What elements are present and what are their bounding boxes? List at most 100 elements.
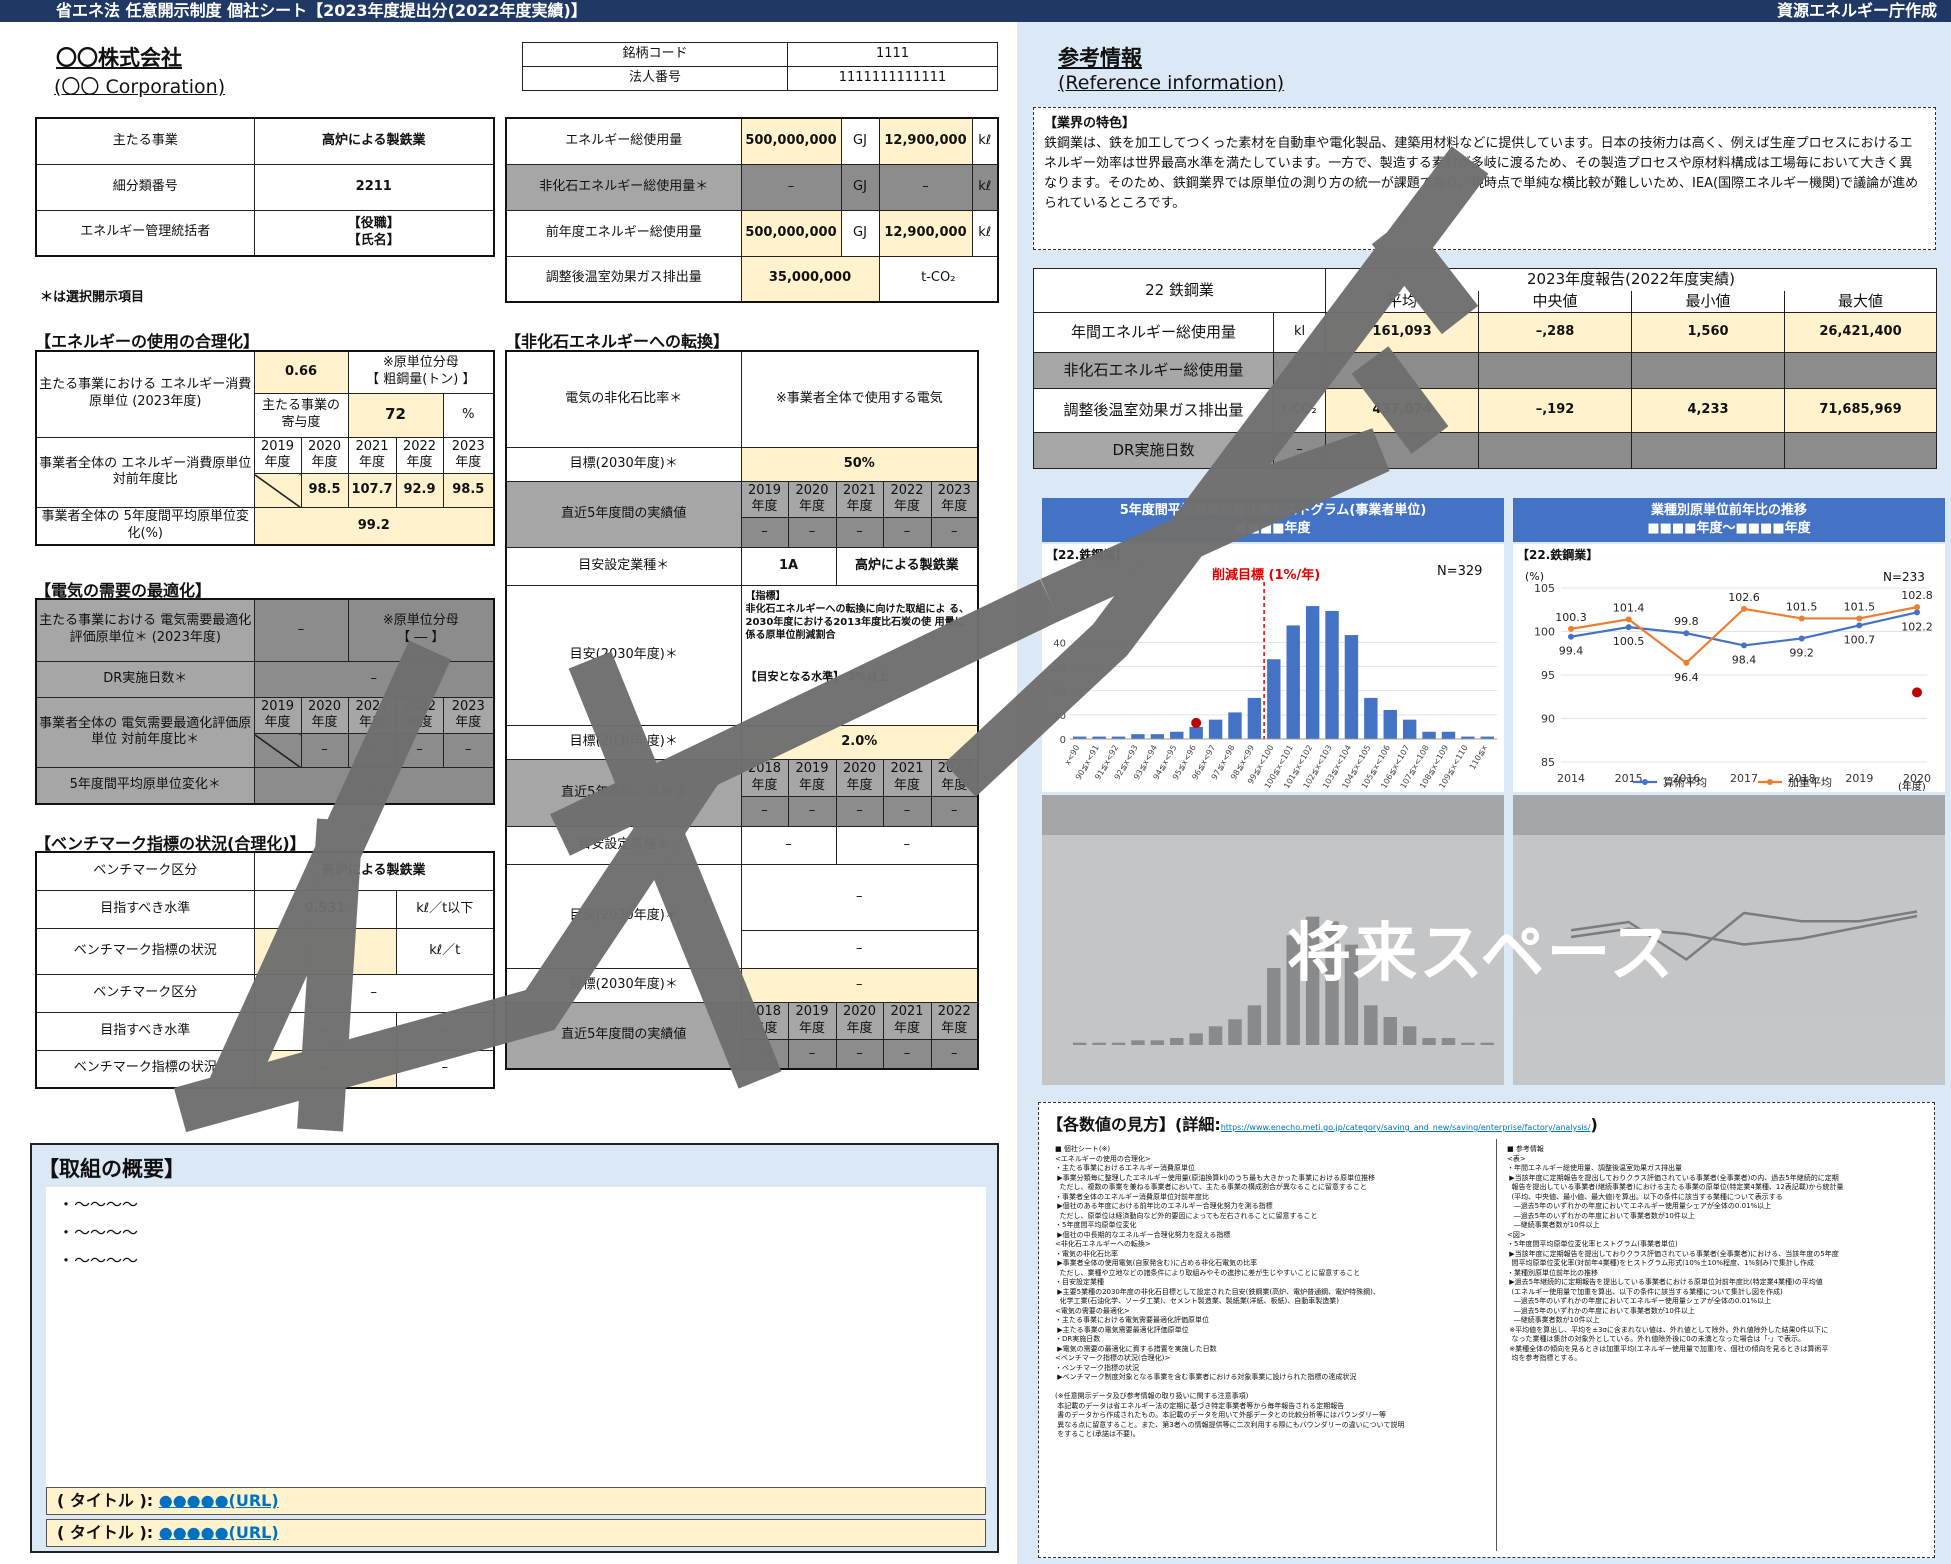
- howto-left-column: ■ 個社シート(※) <エネルギーの使用の合理化> ・主たる事業におけるエネルギ…: [1055, 1145, 1405, 1438]
- stats-value: [1325, 352, 1480, 389]
- issuer-label: 資源エネルギー庁作成: [1776, 1, 1937, 20]
- nf-recent-value: –: [882, 517, 932, 549]
- stats-row-label: 非化石エネルギー総使用量: [1033, 352, 1274, 389]
- data-label: 101.5: [1786, 600, 1818, 613]
- legend-marker: [1767, 779, 1773, 785]
- total-energy-label: エネルギー総使用量: [505, 117, 742, 165]
- ghost-bar: [1461, 1042, 1475, 1045]
- stats-row-label: 年間エネルギー総使用量: [1033, 312, 1274, 353]
- nonfossil-table: 電気の非化石比率＊ ※事業者全体で使用する電気 目標(2030年度)＊ 50% 直近…: [505, 350, 980, 1071]
- reference-panel: 参考情報 (Reference information) 【業界の特色】 鉄鋼業…: [1017, 22, 1951, 1564]
- data-label: 101.5: [1844, 600, 1876, 613]
- reference-title: 参考情報: [1058, 46, 1142, 70]
- company-name-en: (〇〇 Corporation): [54, 76, 226, 98]
- sheet-title: 省エネ法 任意開示制度 個社シート【2023年度提出分(2022年度実績)】: [56, 1, 587, 20]
- company-name: 〇〇株式会社: [56, 46, 182, 70]
- stats-row-unit: –: [1272, 432, 1327, 469]
- corp-number-label: 法人番号: [522, 66, 788, 91]
- histogram-panel: 【22.鉄鋼業】 削減目標 (1%/年) N=329 0 10 20 30 40 x<90…: [1042, 544, 1504, 792]
- nf-guide2-value: –: [740, 864, 979, 932]
- histogram-bar: [1441, 731, 1456, 739]
- yoy-value: 107.7: [347, 473, 397, 509]
- nonfossil-total-gj: –: [740, 163, 842, 211]
- histogram-bar: [1131, 734, 1145, 739]
- nf-ratio-note: ※事業者全体で使用する電気: [740, 350, 979, 448]
- summary-bullet: ・～～～～: [58, 1251, 139, 1270]
- series-point: [1568, 625, 1574, 632]
- reference-title-en: (Reference information): [1058, 72, 1285, 94]
- share-value: 72: [347, 392, 444, 438]
- elec-avg-label: 5年度間平均原単位変化＊: [35, 767, 255, 805]
- stats-col-header: 最大値: [1784, 290, 1938, 313]
- bm-target-value: –: [253, 1011, 397, 1051]
- yoy-value: 98.5: [300, 473, 349, 509]
- howto-link[interactable]: https://www.enecho.meti.go.jp/category/s…: [1221, 1123, 1591, 1132]
- nf-recent3-value: –: [882, 1038, 932, 1070]
- nf-recent2-value: –: [740, 796, 789, 828]
- unit-gj: GJ: [840, 117, 880, 165]
- elec-denominator-note: ※原単位分母: [382, 613, 459, 629]
- series-point: [1914, 604, 1920, 611]
- summary-bullet: ・～～～～: [58, 1223, 139, 1242]
- top-header-bar: 省エネ法 任意開示制度 個社シート【2023年度提出分(2022年度実績)】 資…: [0, 0, 1951, 22]
- summary-link-row: ( タイトル ): ●●●●●(URL): [46, 1487, 986, 1515]
- stats-industry: 22 鉄鋼業: [1032, 268, 1327, 313]
- summary-box: 【取組の概要】 ・～～～～ ・～～～～ ・～～～～ ( タイトル ): ●●●●…: [30, 1143, 999, 1553]
- ghost-bar: [1092, 1042, 1106, 1045]
- link-title-label: ( タイトル ):: [57, 1491, 154, 1510]
- bm-status-value: –: [253, 1049, 397, 1089]
- stats-col-header: 最小値: [1631, 290, 1786, 313]
- company-code-table: 銘柄コード 1111 法人番号 1111111111111: [522, 42, 998, 91]
- nf-target2-label: 目標(2030年度)＊: [505, 725, 742, 761]
- y-tick-label: 85: [1541, 756, 1555, 769]
- x-tick-label: 2020: [1903, 772, 1931, 785]
- nf-recent2-value: –: [930, 796, 979, 828]
- nf-guide2-label: 目安(2030年度)＊: [505, 864, 742, 970]
- linechart-title: 業種別原単位前年比の推移: [1650, 503, 1807, 518]
- year-header: 2019年度: [253, 696, 302, 735]
- nf-recent2-value: –: [835, 796, 884, 828]
- stats-row-unit: [1272, 352, 1327, 389]
- unit-kl: kℓ: [971, 209, 999, 257]
- ghost-bar: [1422, 1038, 1436, 1045]
- howto-title-close: ): [1590, 1115, 1598, 1134]
- corp-number-value: 1111111111111: [787, 66, 998, 91]
- total-energy-kl: 12,900,000: [878, 117, 973, 165]
- stats-row-unit: kl: [1272, 312, 1327, 353]
- dr-value: –: [253, 660, 495, 698]
- unit-gj: GJ: [840, 163, 880, 211]
- year-header: 2022年度: [395, 696, 444, 735]
- ghg-value: 35,000,000: [740, 255, 880, 303]
- linechart-subtitle: ■■■■年度～■■■■年度: [1647, 521, 1811, 536]
- year-header: 2018年度: [740, 1002, 789, 1040]
- stats-row-label: 調整後温室効果ガス排出量: [1033, 388, 1274, 433]
- series-point: [1741, 642, 1747, 649]
- nf-target3-label: 目標(2030年度)＊: [505, 968, 742, 1004]
- howto-right-column: ■ 参考情報 <表> ・年間エネルギー総使用量、調整後温室効果ガス排出量 ▶当該…: [1507, 1145, 1844, 1362]
- share-label: 主たる事業の寄与度: [253, 392, 349, 438]
- denominator-unit: 【 粗鋼量(トン) 】: [366, 372, 476, 388]
- bm-unit: –: [395, 1011, 495, 1051]
- stats-value: [1631, 432, 1786, 469]
- year-header: 2023年度: [442, 696, 495, 735]
- industry-stats-table: 22 鉄鋼業 2023年度報告(2022年度実績) 平均 中央値 最小値 最大値…: [1032, 268, 1938, 469]
- nf-guide-head: 【指標】: [745, 591, 786, 603]
- summary-link[interactable]: ●●●●●(URL): [159, 1491, 279, 1510]
- series-point: [1741, 605, 1747, 612]
- nf-recent-value: –: [930, 517, 979, 549]
- unit-co2: t-CO₂: [878, 255, 999, 303]
- future-space-label: 将来スペース: [1287, 917, 1676, 991]
- year-header: 2019年度: [740, 480, 789, 519]
- histogram-bar: [1325, 610, 1339, 739]
- ghost-bar: [1073, 1042, 1087, 1045]
- y-tick-label: 90: [1541, 713, 1555, 726]
- nf-target-value: 50%: [740, 446, 979, 482]
- histogram-bar: [1208, 719, 1223, 739]
- elec-yoy-label: 事業者全体の 電気需要最適化評価原単位 対前年度比＊: [35, 696, 255, 769]
- bm-label: 目指すべき水準: [35, 1011, 255, 1051]
- year-header: 2019年度: [787, 1002, 837, 1040]
- legend-marker: [1642, 779, 1648, 785]
- histogram-bar: [1344, 635, 1359, 739]
- summary-link[interactable]: ●●●●●(URL): [159, 1523, 279, 1542]
- nf-recent3-label: 直近5年度間の実績値: [505, 1002, 742, 1070]
